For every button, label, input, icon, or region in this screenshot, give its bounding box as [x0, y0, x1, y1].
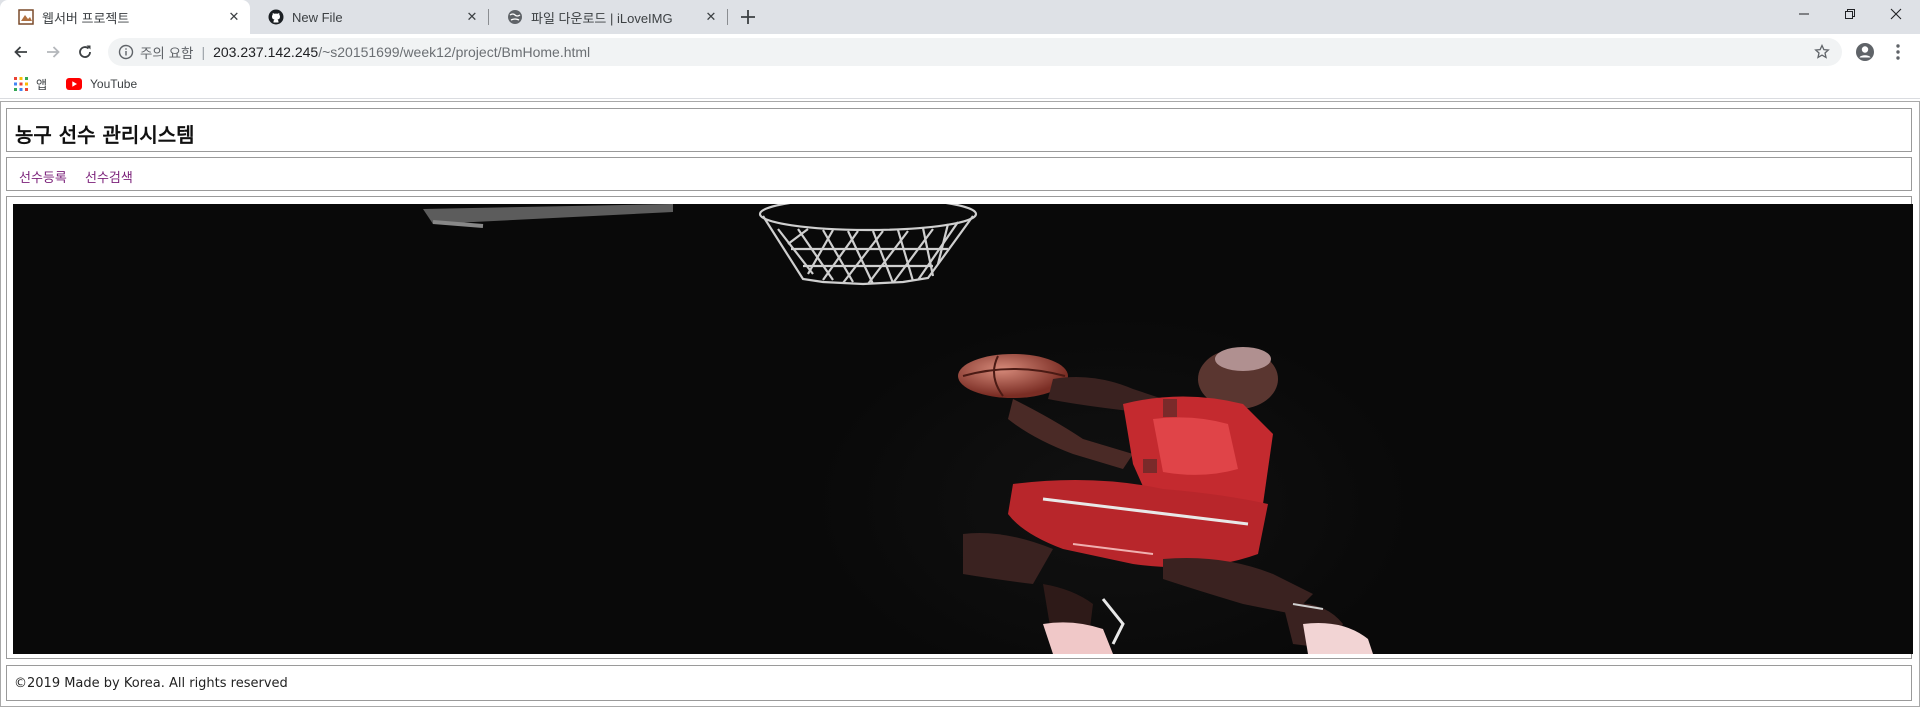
browser-toolbar: 주의 요함 | 203.237.142.245/~s20151699/week1…	[0, 34, 1920, 70]
bookmarks-bar: 앱 YouTube	[0, 70, 1920, 99]
basketball-player-dunk-image	[13, 204, 1913, 654]
page-title: 농구 선수 관리시스템	[15, 123, 195, 147]
new-tab-plus-icon[interactable]	[738, 7, 758, 27]
url-path: /~s20151699/week12/project/BmHome.html	[318, 44, 591, 60]
restore-icon	[1845, 9, 1855, 19]
minimize-icon	[1799, 13, 1809, 15]
bookmark-apps[interactable]: 앱	[14, 75, 47, 93]
tab-new-file[interactable]: New File ✕	[250, 0, 488, 34]
youtube-icon	[66, 78, 82, 90]
minimize-button[interactable]	[1781, 0, 1827, 28]
bookmark-label: YouTube	[90, 77, 138, 91]
tab-title: 웹서버 프로젝트	[42, 10, 130, 26]
nav-link-register-player[interactable]: 선수등록	[19, 167, 67, 186]
address-bar[interactable]: 주의 요함 | 203.237.142.245/~s20151699/week1…	[108, 38, 1842, 66]
back-button[interactable]	[9, 40, 33, 64]
tab-title: 파일 다운로드 | iLoveIMG	[531, 10, 673, 26]
bookmark-star-icon[interactable]	[1814, 44, 1830, 60]
menu-kebab-icon[interactable]	[1888, 42, 1908, 62]
nav-link-search-player[interactable]: 선수검색	[85, 167, 133, 186]
url-divider: |	[201, 44, 206, 60]
arrow-left-icon	[14, 46, 27, 58]
security-warning-text: 주의 요함	[140, 46, 194, 61]
github-icon	[268, 9, 284, 25]
tab-close-icon[interactable]: ✕	[226, 9, 242, 25]
info-icon	[118, 44, 134, 60]
reload-icon	[79, 45, 91, 58]
tab-separator	[727, 9, 728, 25]
tab-title: New File	[292, 9, 343, 25]
image-favicon-icon	[18, 9, 34, 25]
reload-button[interactable]	[73, 40, 97, 64]
apps-grid-icon	[14, 77, 28, 91]
footer-copyright: ©2019 Made by Korea. All rights reserved	[14, 676, 288, 691]
profile-avatar-icon[interactable]	[1855, 42, 1875, 62]
header-section: 농구 선수 관리시스템	[6, 108, 1912, 152]
tab-close-icon[interactable]: ✕	[464, 9, 480, 25]
arrow-right-icon	[47, 46, 60, 58]
hero-image	[13, 204, 1913, 654]
tab-file-download[interactable]: 파일 다운로드 | iLoveIMG ✕	[489, 0, 727, 34]
tab-close-icon[interactable]: ✕	[703, 9, 719, 25]
forward-button[interactable]	[41, 40, 65, 64]
close-icon	[1890, 8, 1902, 20]
tab-strip: 웹서버 프로젝트 ✕ New File ✕ 파일 다운로드 | iLoveIMG…	[0, 0, 1920, 34]
footer-section: ©2019 Made by Korea. All rights reserved	[6, 665, 1912, 701]
globe-icon	[508, 10, 522, 24]
bookmark-label: 앱	[36, 77, 48, 92]
bookmark-youtube[interactable]: YouTube	[66, 75, 137, 93]
nav-section: 선수등록 선수검색	[6, 157, 1912, 191]
close-window-button[interactable]	[1873, 0, 1919, 28]
restore-button[interactable]	[1827, 0, 1873, 28]
page-content: 농구 선수 관리시스템 선수등록 선수검색 ©2019 Made by Kore…	[0, 99, 1920, 712]
hero-section	[6, 196, 1913, 659]
tab-web-server-project[interactable]: 웹서버 프로젝트 ✕	[0, 0, 250, 34]
url-host: 203.237.142.245	[213, 44, 319, 60]
